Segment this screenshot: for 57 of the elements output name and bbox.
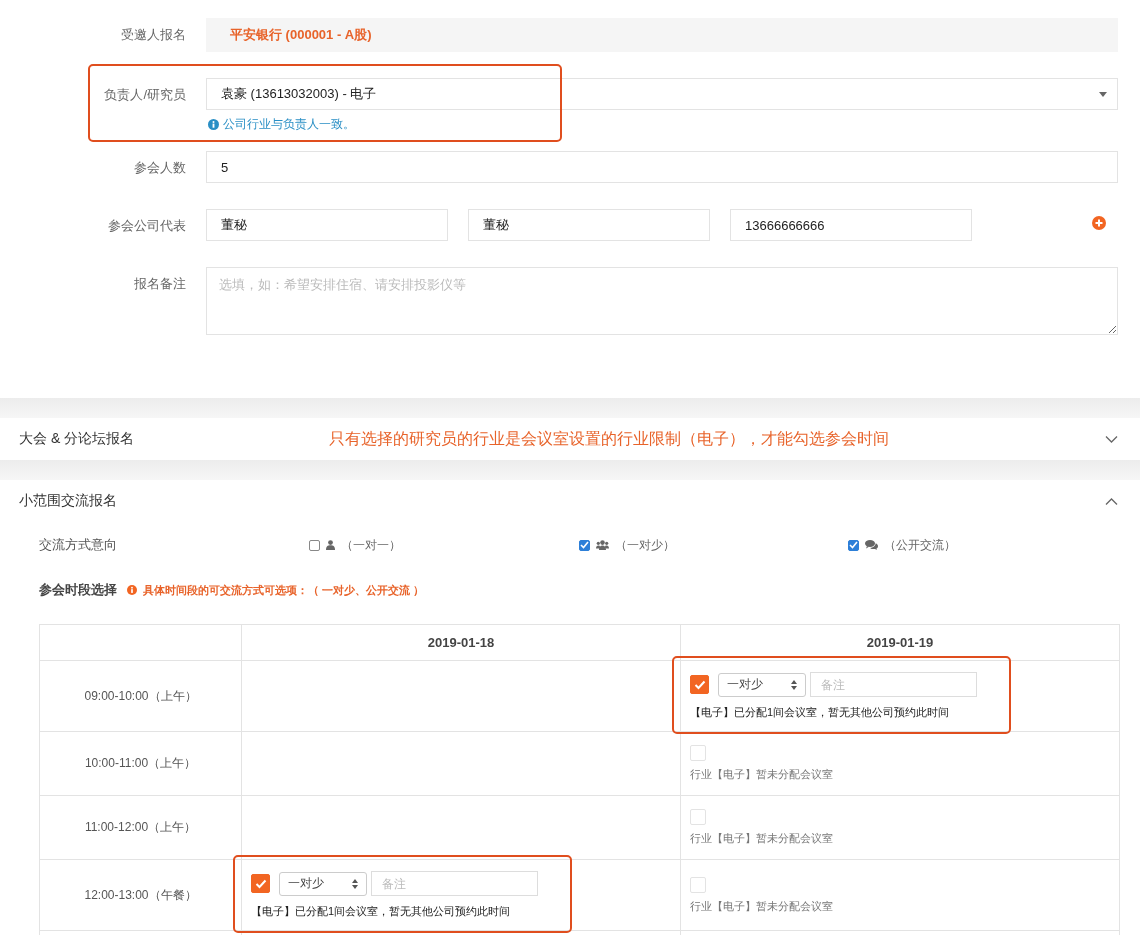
option-label: （公开交流） [884, 536, 957, 554]
time-slot-label: 09:00-10:00（上午） [84, 687, 197, 705]
chevron-up-icon[interactable] [1105, 497, 1118, 505]
info-icon [208, 119, 219, 130]
status-text: 行业【电子】暂未分配会议室 [690, 767, 833, 782]
hint-text: 公司行业与负责人一致。 [223, 116, 355, 133]
time-slot-label: 10:00-11:00（上午） [84, 755, 197, 772]
checkmark-icon [693, 679, 706, 690]
note-input[interactable]: 备注 [371, 871, 538, 896]
sort-arrows-icon [352, 878, 358, 889]
section-title[interactable]: 大会 & 分论坛报名 [19, 430, 329, 448]
checkbox[interactable] [578, 539, 590, 551]
attendees-input[interactable]: 5 [206, 151, 1118, 183]
option-label: （一对少） [614, 536, 675, 554]
section-title[interactable]: 小范围交流报名 [19, 492, 329, 510]
remarks-field[interactable]: 选填，如：希望安排住宿、请安排投影仪等 [206, 267, 1118, 335]
checkbox[interactable] [690, 675, 709, 694]
time-slot-label: 11:00-12:00（上午） [84, 819, 197, 836]
checkbox[interactable] [848, 539, 860, 551]
sort-arrows-icon [791, 679, 797, 690]
mode-select[interactable]: 一对少 [718, 672, 806, 697]
representative-input[interactable]: 董秘 [468, 209, 710, 241]
checkmark-icon [254, 878, 267, 889]
hint-text: 具体时间段的可交流方式可选项：（ 一对少、公开交流 ） [143, 582, 425, 598]
info-icon [127, 585, 137, 595]
caret-icon [1099, 91, 1107, 97]
representative-input[interactable]: 13666666666 [730, 209, 972, 241]
field-label: 报名备注 [133, 275, 187, 293]
status-text: 【电子】已分配1间会议室，暂无其他公司预约此时间 [690, 705, 951, 720]
checkbox[interactable] [308, 539, 320, 551]
status-text: 行业【电子】暂未分配会议室 [690, 831, 833, 846]
option-label: （一对一） [340, 536, 401, 554]
chat-icon [865, 540, 879, 550]
person-icon [325, 540, 335, 550]
invitee-field: 平安银行 (000001 - A股) [206, 18, 1118, 52]
time-slot-label: 12:00-13:00（午餐） [84, 886, 197, 904]
field-label: 交流方式意向 [39, 536, 118, 554]
add-icon[interactable] [1092, 216, 1106, 230]
annotation-text: 只有选择的研究员的行业是会议室设置的行业限制（电子），才能勾选参会时间 [329, 428, 890, 449]
researcher-select[interactable]: 袁豪 (13613032003) - 电子 [206, 78, 1118, 110]
field-label: 负责人/研究员 [103, 86, 187, 104]
field-label: 参会时段选择 [39, 581, 117, 599]
note-input[interactable]: 备注 [810, 672, 977, 697]
checkmark-icon [849, 541, 859, 549]
column-header: 2019-01-19 [866, 635, 934, 650]
checkmark-icon [579, 541, 589, 549]
group-icon [595, 540, 609, 550]
field-label: 参会公司代表 [107, 217, 187, 235]
column-header: 2019-01-18 [427, 635, 495, 650]
mode-select[interactable]: 一对少 [279, 871, 367, 896]
representative-input[interactable]: 董秘 [206, 209, 448, 241]
status-text: 行业【电子】暂未分配会议室 [690, 898, 833, 914]
status-text: 【电子】已分配1间会议室，暂无其他公司预约此时间 [251, 904, 512, 919]
chevron-down-icon[interactable] [1105, 435, 1118, 443]
field-label: 受邀人报名 [120, 26, 187, 44]
checkbox[interactable] [251, 874, 270, 893]
field-label: 参会人数 [133, 159, 187, 177]
